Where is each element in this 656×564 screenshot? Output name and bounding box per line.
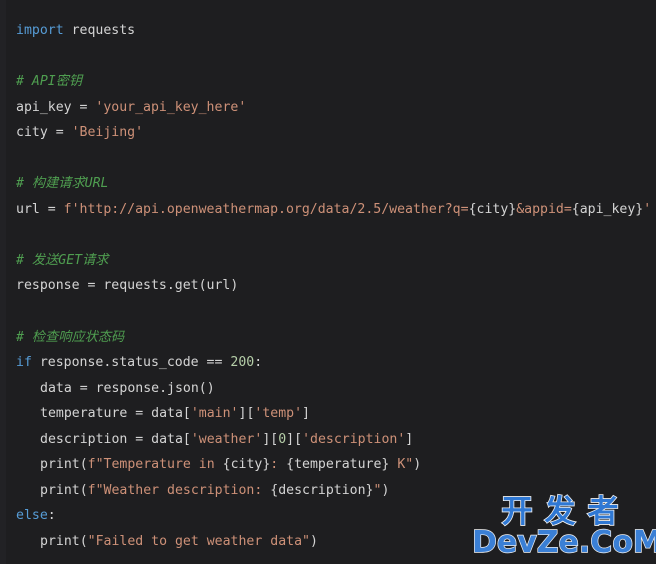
code-token-str: K": [389, 457, 414, 473]
code-token-kw: if: [16, 355, 32, 371]
code-token-str: 'description': [302, 431, 406, 447]
code-token-kw: else: [16, 508, 48, 524]
code-screenshot: import requests # API密钥 api_key = 'your_a…: [0, 0, 656, 564]
code-token-cmt: # 发送GET请求: [16, 252, 109, 268]
code-token-brace: {temperature}: [286, 457, 390, 473]
code-token-plain: ][: [262, 431, 279, 447]
code-token-str: 'weather': [190, 431, 263, 447]
code-token-kw: import: [16, 23, 64, 38]
code-token-plain: requests: [63, 23, 136, 38]
code-line: if response.status_code == 200:: [0, 350, 656, 376]
code-token-num: 200: [230, 355, 255, 371]
code-token-plain: temperature = data[: [40, 406, 191, 422]
code-token-num: 0: [278, 431, 287, 447]
code-token-plain: ): [413, 457, 422, 473]
code-token-str: :: [270, 457, 287, 473]
code-token-plain: print(: [40, 482, 88, 498]
code-line: # API密钥: [0, 69, 656, 95]
code-token-plain: response.status_code ==: [31, 355, 231, 371]
code-line: city = 'Beijing': [0, 120, 656, 146]
code-token-plain: response = requests.get(url): [16, 278, 239, 294]
code-token-plain: data = response.json(): [40, 380, 215, 396]
code-line: else:: [0, 503, 656, 529]
code-token-plain: description = data[: [40, 431, 191, 447]
code-token-cmt: # 构建请求URL: [16, 176, 109, 192]
code-block[interactable]: import requests # API密钥 api_key = 'your_a…: [0, 0, 656, 554]
code-line: print(f"Temperature in {city}: {temperat…: [0, 452, 656, 478]
code-token-plain: :: [47, 508, 56, 524]
code-token-plain: print(: [40, 457, 88, 473]
code-token-plain: ]: [302, 406, 310, 422]
code-token-plain: ): [381, 482, 390, 498]
code-token-brace: {city}: [222, 457, 271, 473]
code-token-plain: ]: [405, 431, 414, 447]
code-line: # 构建请求URL: [0, 171, 656, 197]
code-token-str: 'your_api_key_here': [95, 99, 247, 115]
code-token-cmt: # 检查响应状态码: [16, 329, 125, 345]
code-token-str: 'Beijing': [71, 125, 144, 141]
code-token-cmt: # API密钥: [16, 74, 83, 90]
code-token-str: f"Temperature in: [87, 457, 223, 473]
code-token-plain: print(: [40, 533, 88, 549]
code-token-str: f"Weather description:: [87, 482, 271, 498]
code-line: print(f"Weather description: {descriptio…: [0, 478, 656, 504]
code-line: data = response.json(): [0, 376, 656, 402]
code-token-plain: url =: [16, 201, 64, 217]
code-line: # 检查响应状态码: [0, 325, 656, 351]
code-token-brace: {description}: [270, 482, 374, 498]
code-line: # 发送GET请求: [0, 248, 656, 274]
code-token-plain: city =: [16, 125, 72, 141]
code-token-plain: ][: [286, 431, 303, 447]
code-token-str: 'temp': [254, 406, 303, 422]
code-line: api_key = 'your_api_key_here': [0, 95, 656, 121]
code-token-brace: {city}: [468, 201, 517, 217]
code-line: response = requests.get(url): [0, 273, 656, 299]
code-line: temperature = data['main']['temp']: [0, 401, 656, 427]
code-line: import requests: [0, 18, 656, 44]
code-line: url = f'http://api.openweathermap.org/da…: [0, 197, 656, 223]
code-token-plain: ): [309, 533, 318, 549]
code-token-str: 'main': [190, 406, 239, 422]
code-token-plain: :: [254, 355, 263, 371]
code-token-brace: {api_key}: [571, 201, 644, 217]
code-token-str: ': [643, 201, 652, 217]
code-token-str: &appid=: [516, 201, 572, 217]
code-token-plain: api_key =: [16, 99, 96, 115]
code-line: print("Failed to get weather data"): [0, 529, 656, 555]
code-token-str: f'http://api.openweathermap.org/data/2.5…: [63, 201, 469, 217]
code-line: description = data['weather'][0]['descri…: [0, 427, 656, 453]
code-token-str: "Failed to get weather data": [87, 533, 310, 549]
code-token-plain: ][: [238, 406, 255, 422]
